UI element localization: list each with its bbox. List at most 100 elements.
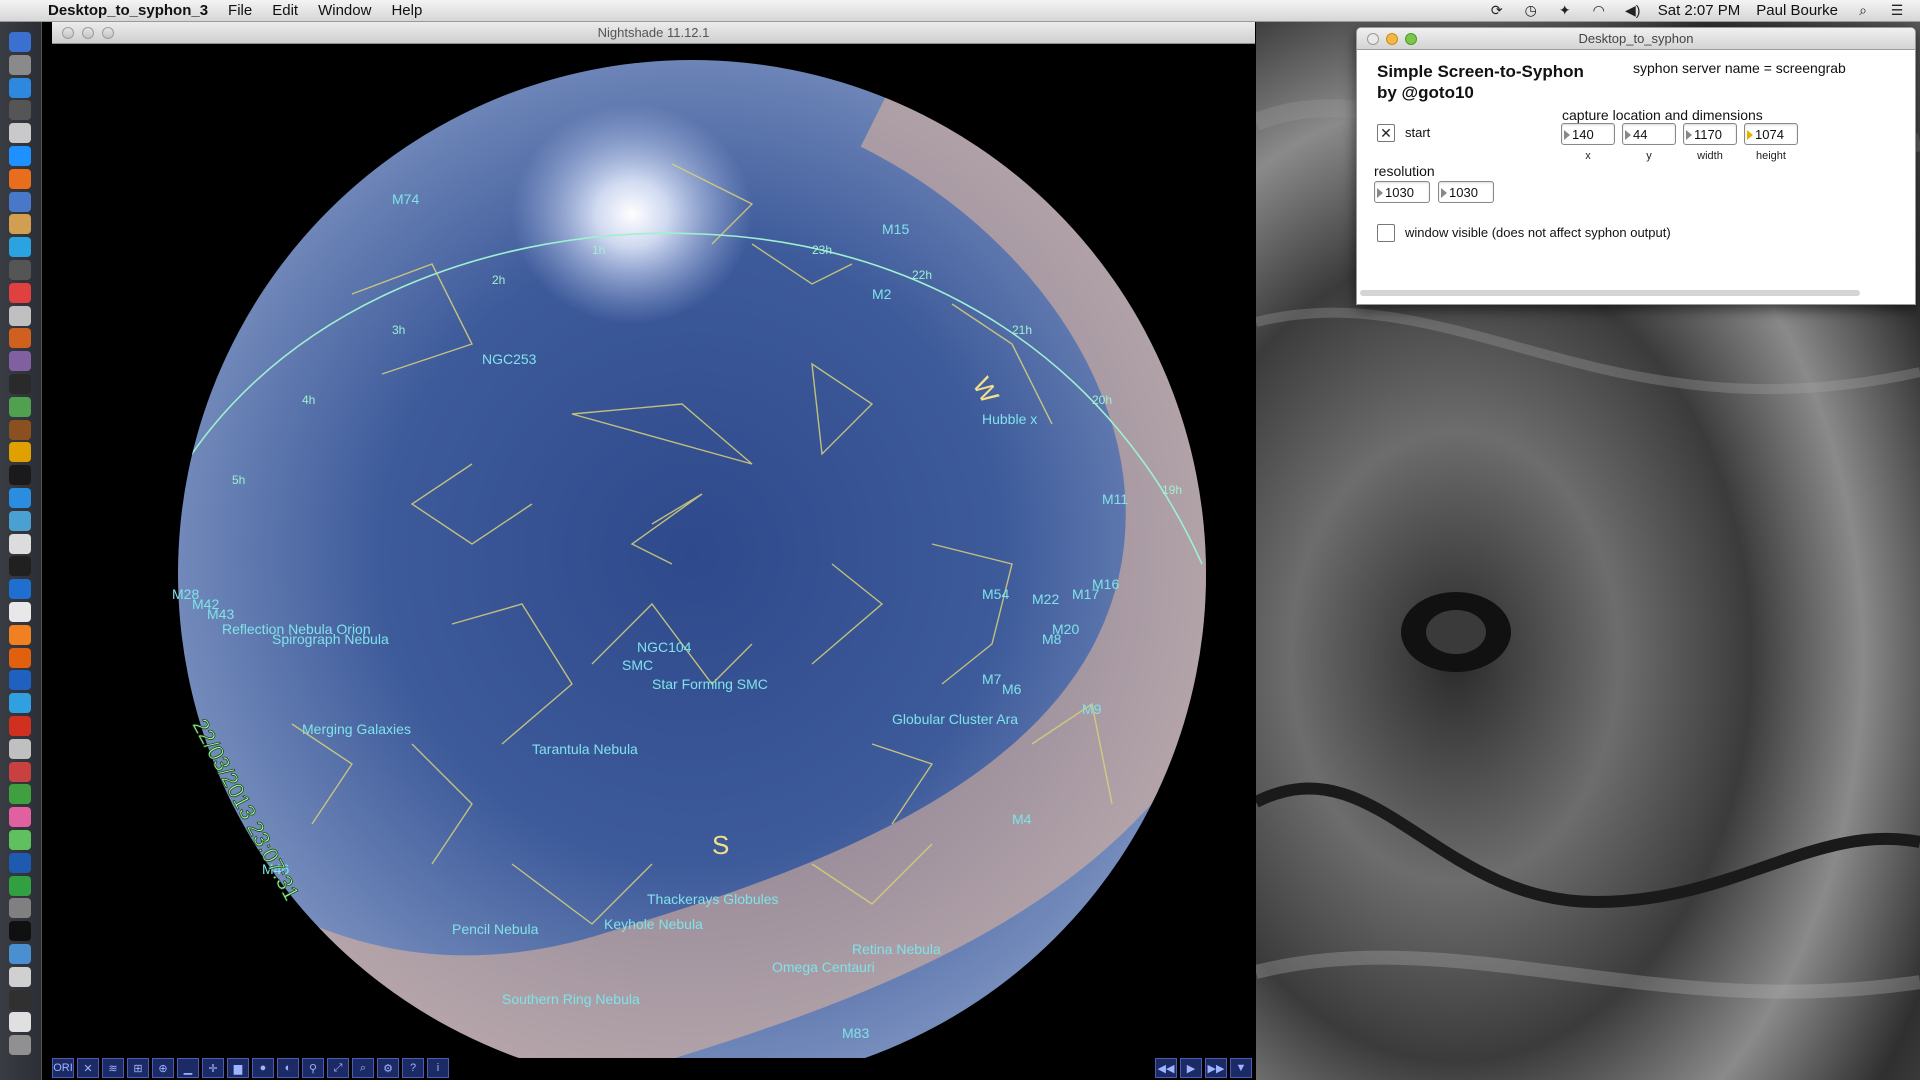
toolbar-fullscreen-icon[interactable]: ⤢ (327, 1058, 349, 1078)
dock-app-icon[interactable] (9, 533, 31, 554)
dock-app-icon[interactable] (9, 647, 31, 668)
dock-app-icon[interactable] (9, 1035, 31, 1056)
toolbar-config-icon[interactable]: ⚙ (377, 1058, 399, 1078)
label-omega-centauri[interactable]: Omega Centauri (772, 959, 875, 975)
time-fast-forward-icon[interactable]: ▶▶ (1205, 1058, 1227, 1078)
dock-app-icon[interactable] (9, 556, 31, 577)
dock-app-icon[interactable] (9, 168, 31, 189)
label-thackerays[interactable]: Thackerays Globules (647, 891, 779, 907)
menu-window[interactable]: Window (318, 2, 371, 19)
planetarium-view[interactable]: M74 M15 M2 NGC253 Hubble x NGC104 SMC St… (52, 44, 1255, 1058)
toolbar-search-icon[interactable]: ⌕ (352, 1058, 374, 1078)
syphon-titlebar[interactable]: Desktop_to_syphon (1357, 28, 1915, 50)
dock-app-icon[interactable] (9, 624, 31, 645)
toolbar-ground-icon[interactable]: ▁ (177, 1058, 199, 1078)
menubar-clock[interactable]: Sat 2:07 PM (1658, 2, 1741, 19)
dock-app-icon[interactable] (9, 716, 31, 736)
sync-icon[interactable]: ⟳ (1488, 2, 1506, 19)
toolbar-help-icon[interactable]: ? (402, 1058, 424, 1078)
resolution-width-field[interactable]: 1030 (1374, 181, 1430, 203)
toolbar-constellation-art-icon[interactable]: ≋ (102, 1058, 124, 1078)
syphon-minimize-button[interactable] (1386, 33, 1398, 45)
label-globular-ara[interactable]: Globular Cluster Ara (892, 711, 1018, 727)
menu-help[interactable]: Help (391, 2, 422, 19)
notification-list-icon[interactable]: ☰ (1888, 2, 1906, 19)
dock-app-icon[interactable] (9, 602, 31, 622)
syphon-zoom-button[interactable] (1405, 33, 1417, 45)
resolution-height-field[interactable]: 1030 (1438, 181, 1494, 203)
toolbar-nebula-icon[interactable]: ● (252, 1058, 274, 1078)
label-ngc253[interactable]: NGC253 (482, 351, 537, 367)
dock-app-icon[interactable] (9, 488, 31, 508)
minimize-button[interactable] (82, 27, 94, 39)
label-m6[interactable]: M6 (1002, 681, 1022, 697)
dock-app-icon[interactable] (9, 146, 31, 166)
label-m54[interactable]: M54 (982, 586, 1009, 602)
time-rewind-icon[interactable]: ◀◀ (1155, 1058, 1177, 1078)
apple-menu-icon[interactable] (18, 1, 38, 21)
syphon-close-button[interactable] (1367, 33, 1379, 45)
dock-app-icon[interactable] (9, 761, 31, 782)
dock-app-icon[interactable] (9, 77, 31, 98)
start-checkbox[interactable]: ✕ (1377, 124, 1395, 142)
label-m7[interactable]: M7 (982, 671, 1002, 687)
label-retina[interactable]: Retina Nebula (852, 941, 941, 957)
horizontal-scrollbar[interactable] (1360, 290, 1860, 296)
label-tarantula[interactable]: Tarantula Nebula (532, 741, 638, 757)
label-keyhole[interactable]: Keyhole Nebula (604, 916, 703, 932)
toolbar-equatorial-grid-icon[interactable]: ⊕ (152, 1058, 174, 1078)
toolbar-constellation-lines-icon[interactable]: ✕ (77, 1058, 99, 1078)
label-m83[interactable]: M83 (842, 1025, 869, 1041)
dock-app-icon[interactable] (9, 442, 31, 463)
dock-app-icon[interactable] (9, 191, 31, 212)
label-m9[interactable]: M9 (1082, 701, 1102, 717)
dock-app-icon[interactable] (9, 396, 31, 417)
label-m2[interactable]: M2 (872, 286, 892, 302)
toolbar-info-icon[interactable]: i (427, 1058, 449, 1078)
label-m20[interactable]: M20 (1052, 621, 1079, 637)
volume-icon[interactable]: ◀) (1624, 2, 1642, 19)
dock-app-icon[interactable] (9, 784, 31, 805)
dock-app-icon[interactable] (9, 214, 31, 235)
dock-app-icon[interactable] (9, 579, 31, 600)
toolbar-planets-icon[interactable]: ◐ (277, 1058, 299, 1078)
label-m22[interactable]: M22 (1032, 591, 1059, 607)
dock-app-icon[interactable] (9, 374, 31, 394)
dock-app-icon[interactable] (9, 260, 31, 280)
dock-app-icon[interactable] (9, 328, 31, 349)
capture-height-field[interactable]: 1074 (1744, 123, 1798, 145)
label-southern-ring[interactable]: Southern Ring Nebula (502, 991, 640, 1007)
label-m74[interactable]: M74 (392, 191, 419, 207)
dock-app-icon[interactable] (9, 351, 31, 372)
dock-app-icon[interactable] (9, 875, 31, 896)
dock-app-icon[interactable] (9, 305, 31, 326)
dock-app-icon[interactable] (9, 670, 31, 691)
wifi-icon[interactable]: ◠ (1590, 2, 1608, 19)
label-m43[interactable]: M43 (207, 606, 234, 622)
dock-app-icon[interactable] (9, 32, 31, 52)
label-m15[interactable]: M15 (882, 221, 909, 237)
menu-edit[interactable]: Edit (272, 2, 298, 19)
dock-app-icon[interactable] (9, 830, 31, 850)
label-merging-galaxies[interactable]: Merging Galaxies (302, 721, 411, 737)
label-smc[interactable]: SMC (622, 657, 653, 673)
dock-app-icon[interactable] (9, 237, 31, 258)
capture-width-field[interactable]: 1170 (1683, 123, 1737, 145)
dock-app-icon[interactable] (9, 1012, 31, 1033)
dock-app-icon[interactable] (9, 123, 31, 144)
label-m11[interactable]: M11 (1102, 491, 1128, 507)
dock-app-icon[interactable] (9, 989, 31, 1010)
dock-app-icon[interactable] (9, 966, 31, 987)
toolbar-telescope-icon[interactable]: ⚲ (302, 1058, 324, 1078)
bluetooth-icon[interactable]: ✦ (1556, 2, 1574, 19)
dock-app-icon[interactable] (9, 944, 31, 964)
capture-x-field[interactable]: 140 (1561, 123, 1615, 145)
dock-app-icon[interactable] (9, 419, 31, 440)
dock-app-icon[interactable] (9, 693, 31, 714)
toolbar-atmosphere-icon[interactable]: ▆ (227, 1058, 249, 1078)
label-m4[interactable]: M4 (1012, 811, 1032, 827)
dock-app-icon[interactable] (9, 282, 31, 303)
dock-app-icon[interactable] (9, 465, 31, 486)
label-star-forming-smc[interactable]: Star Forming SMC (652, 676, 768, 692)
dock-app-icon[interactable] (9, 100, 31, 121)
